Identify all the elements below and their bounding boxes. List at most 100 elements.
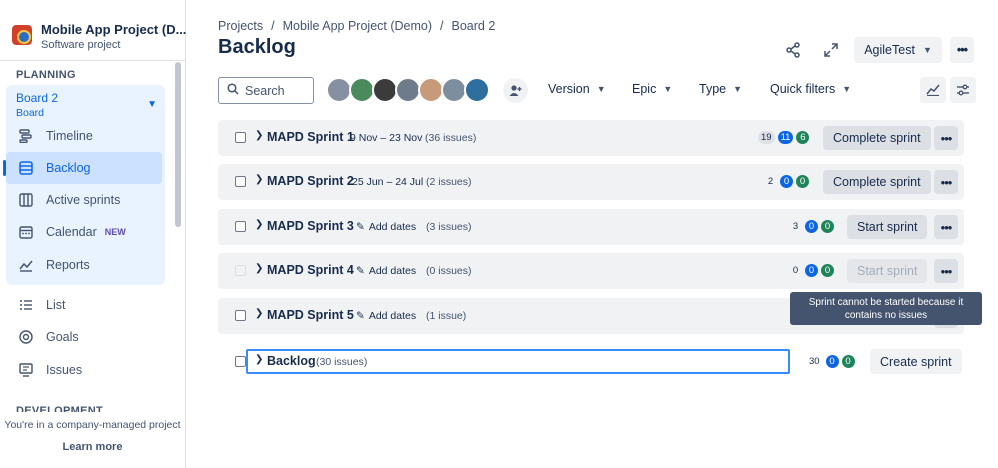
type-filter[interactable]: Type ▼ — [699, 82, 742, 96]
chevron-right-icon[interactable]: ❯ — [255, 174, 263, 185]
sprint-issue-count: (1 issue) — [426, 310, 467, 322]
new-badge: NEW — [104, 227, 126, 237]
sprint-checkbox[interactable] — [235, 176, 246, 187]
add-dates-button[interactable]: ✎ Add dates — [356, 310, 416, 322]
sprint-row: ❯ MAPD Sprint 3 ✎ Add dates (3 issues) 3… — [218, 209, 964, 245]
view-buttons — [920, 77, 976, 103]
backlog-issue-count: (30 issues) — [316, 356, 368, 368]
complete-sprint-button[interactable]: Complete sprint — [823, 126, 931, 150]
add-person-icon[interactable] — [503, 78, 528, 103]
sprint-issue-count: (36 issues) — [425, 132, 477, 144]
pencil-icon: ✎ — [356, 221, 365, 233]
project-type-note: You're in a company-managed project — [4, 419, 181, 431]
goals-icon — [18, 329, 34, 345]
sprint-checkbox[interactable] — [235, 310, 246, 321]
board-selector[interactable]: Board 2 Board ▼ — [16, 91, 159, 119]
sidebar-item-active-sprints[interactable]: Active sprints — [6, 184, 162, 216]
page-title: Backlog — [218, 36, 296, 58]
done-count-badge: 6 — [796, 131, 810, 144]
timeline-icon — [18, 128, 34, 144]
insights-icon[interactable] — [920, 77, 946, 103]
sprint-more-button[interactable]: ••• — [934, 259, 958, 283]
search-box[interactable] — [218, 77, 314, 104]
sidebar-item-label: Reports — [46, 258, 90, 272]
list-icon — [18, 297, 34, 313]
board-name: Board 2 — [16, 91, 59, 105]
breadcrumb-board[interactable]: Board 2 — [452, 19, 496, 33]
chevron-right-icon[interactable]: ❯ — [255, 130, 263, 141]
sidebar-scrollbar[interactable] — [175, 62, 181, 227]
project-name: Mobile App Project (D... — [41, 22, 187, 37]
agiletest-button[interactable]: AgileTest ▼ — [854, 37, 942, 63]
sprint-row: ❯ MAPD Sprint 4 ✎ Add dates (0 issues) 0… — [218, 253, 964, 289]
sprint-more-button[interactable]: ••• — [934, 126, 958, 150]
sidebar-item-label: Timeline — [46, 129, 93, 143]
start-sprint-tooltip: Sprint cannot be started because it cont… — [790, 292, 982, 325]
sidebar-divider — [0, 60, 185, 61]
sidebar-item-backlog[interactable]: Backlog — [3, 152, 162, 184]
chevron-right-icon[interactable]: ❯ — [255, 308, 263, 319]
search-icon — [227, 82, 239, 100]
planning-heading: PLANNING — [16, 69, 76, 81]
breadcrumb-separator: / — [271, 19, 275, 33]
quick-filters[interactable]: Quick filters ▼ — [770, 82, 851, 96]
in-progress-count-badge: 0 — [825, 355, 839, 368]
sidebar-item-calendar[interactable]: Calendar NEW — [6, 216, 162, 248]
sprint-row: ❯ MAPD Sprint 1 9 Nov – 23 Nov (36 issue… — [218, 120, 964, 156]
backlog-checkbox[interactable] — [235, 356, 246, 367]
search-input[interactable] — [245, 83, 305, 98]
share-icon[interactable] — [778, 37, 808, 63]
sprint-name: MAPD Sprint 2 — [267, 174, 354, 188]
sprint-name: MAPD Sprint 3 — [267, 219, 354, 233]
expand-icon[interactable] — [816, 37, 846, 63]
start-sprint-button[interactable]: Start sprint — [847, 215, 928, 239]
epic-filter[interactable]: Epic ▼ — [632, 82, 672, 96]
project-header[interactable]: Mobile App Project (D... Software projec… — [12, 22, 186, 51]
sidebar-item-reports[interactable]: Reports — [6, 249, 162, 281]
sprint-name: MAPD Sprint 1 — [267, 130, 354, 144]
in-progress-count-badge: 0 — [805, 220, 818, 233]
sidebar-item-goals[interactable]: Goals — [6, 321, 162, 353]
view-settings-icon[interactable] — [950, 77, 976, 103]
sprint-status-badges: 19 11 6 — [758, 131, 810, 144]
sprint-name: MAPD Sprint 5 — [267, 308, 354, 322]
sprint-dates: 25 Jun – 24 Jul — [352, 176, 424, 188]
chevron-down-icon: ▼ — [733, 84, 743, 94]
sidebar: Mobile App Project (D... Software projec… — [0, 0, 186, 468]
pencil-icon: ✎ — [356, 265, 365, 277]
todo-count-badge: 30 — [809, 356, 820, 367]
add-dates-button[interactable]: ✎ Add dates — [356, 265, 416, 277]
chevron-right-icon[interactable]: ❯ — [255, 354, 263, 365]
sprint-more-button[interactable]: ••• — [934, 215, 958, 239]
create-sprint-button[interactable]: Create sprint — [870, 349, 962, 374]
done-count-badge: 0 — [796, 175, 809, 188]
breadcrumb-projects[interactable]: Projects — [218, 19, 263, 33]
breadcrumb-project[interactable]: Mobile App Project (Demo) — [283, 19, 432, 33]
sidebar-item-timeline[interactable]: Timeline — [6, 120, 162, 152]
complete-sprint-button[interactable]: Complete sprint — [823, 170, 931, 194]
chevron-down-icon: ▼ — [663, 84, 673, 94]
backlog-name: Backlog — [267, 354, 316, 368]
chevron-right-icon[interactable]: ❯ — [255, 263, 263, 274]
version-filter[interactable]: Version ▼ — [548, 82, 606, 96]
todo-count-badge: 2 — [767, 176, 774, 187]
start-sprint-button-disabled[interactable]: Start sprint — [847, 259, 928, 283]
sidebar-item-label: List — [46, 298, 66, 312]
board-icon — [18, 192, 34, 208]
sidebar-item-issues[interactable]: Issues — [6, 354, 162, 386]
add-dates-label: Add dates — [368, 310, 417, 322]
add-dates-button[interactable]: ✎ Add dates — [356, 221, 416, 233]
learn-more-link[interactable]: Learn more — [0, 441, 185, 453]
chevron-down-icon: ▼ — [596, 84, 606, 94]
chevron-right-icon[interactable]: ❯ — [255, 219, 263, 230]
sprint-status-badges: 3 0 0 — [789, 220, 834, 233]
sprint-more-button[interactable]: ••• — [934, 170, 958, 194]
sprint-checkbox[interactable] — [235, 221, 246, 232]
sidebar-item-list[interactable]: List — [6, 289, 162, 321]
avatar[interactable] — [464, 77, 490, 103]
project-logo-icon — [12, 25, 32, 45]
more-actions-button[interactable]: ••• — [949, 37, 974, 63]
sprint-checkbox[interactable] — [235, 132, 246, 143]
sidebar-item-label: Active sprints — [46, 193, 121, 207]
project-type: Software project — [41, 39, 121, 51]
